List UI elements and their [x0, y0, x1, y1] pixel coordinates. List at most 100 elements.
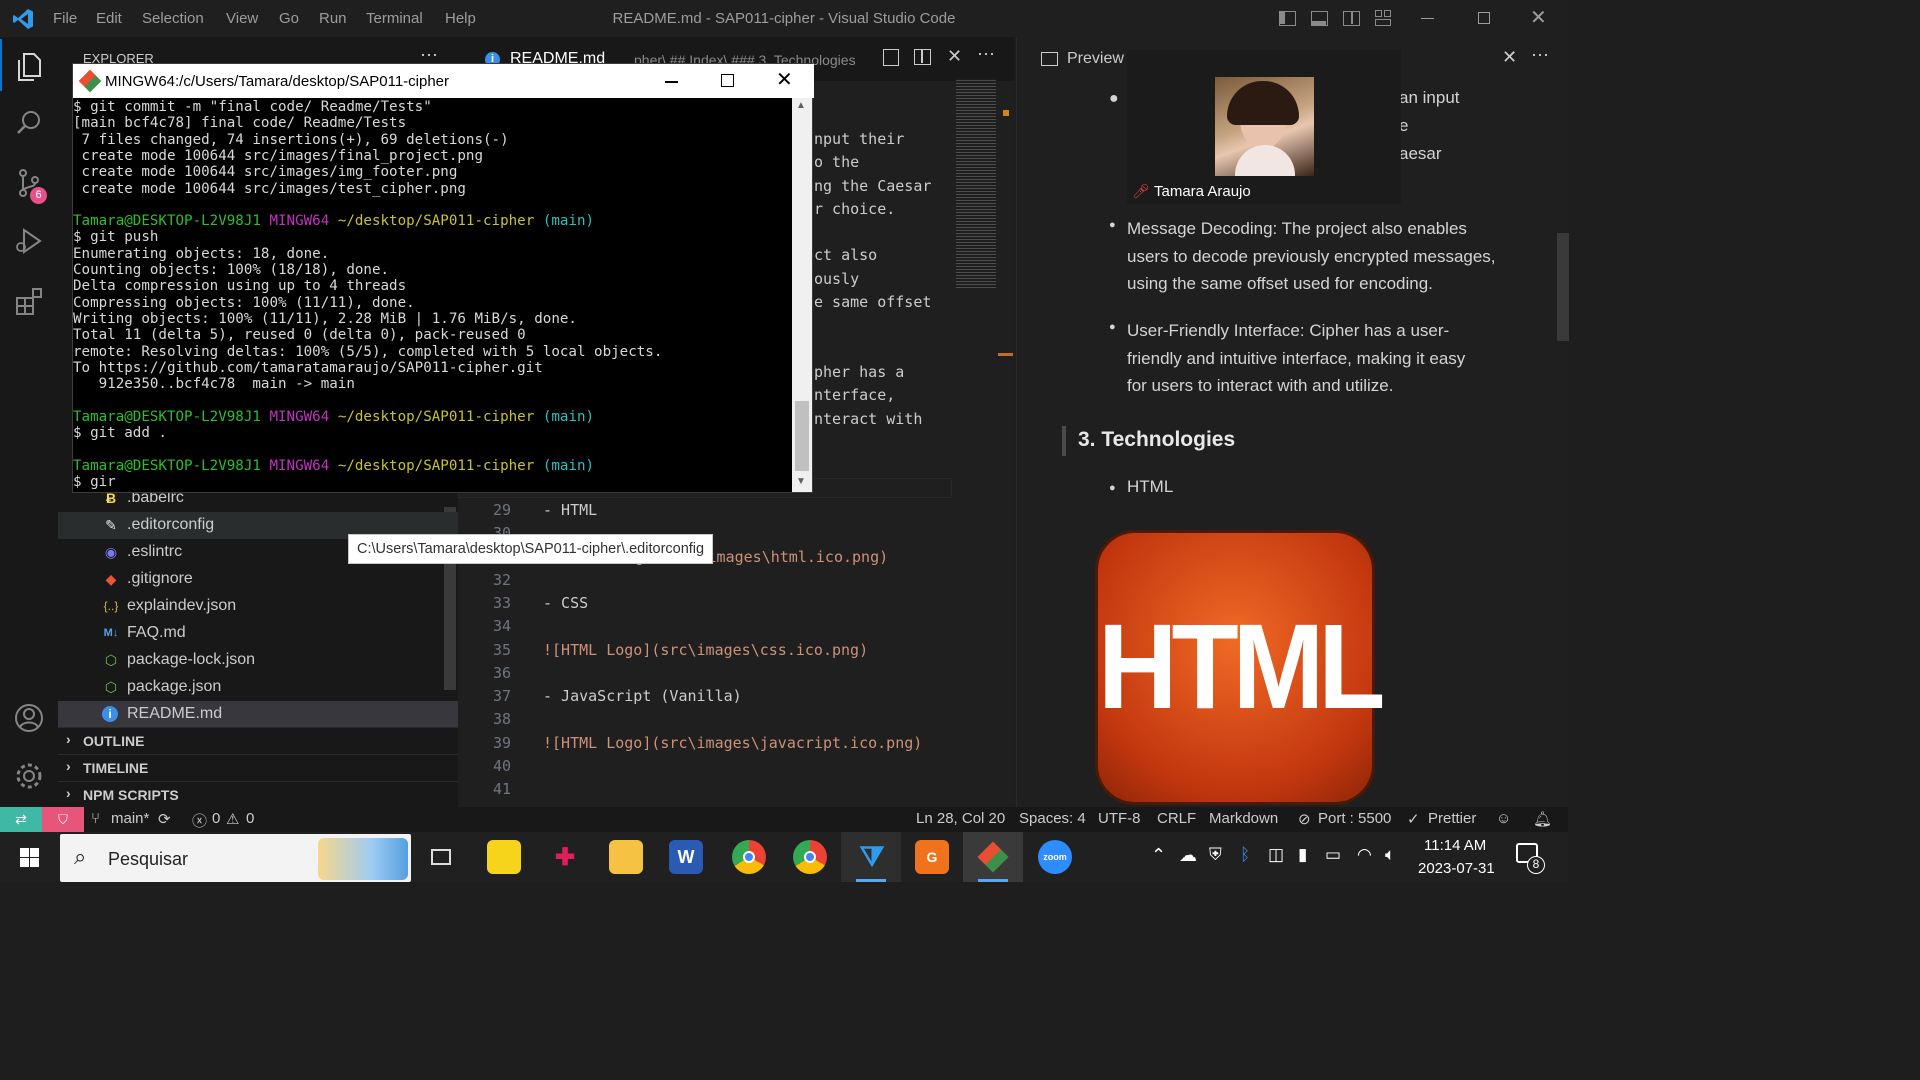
- source-control-icon[interactable]: 6: [0, 155, 58, 211]
- microphone-icon[interactable]: ▮: [1298, 845, 1307, 865]
- feedback-icon[interactable]: ☺: [1496, 810, 1511, 827]
- file-item[interactable]: {..} explaindev.json: [58, 593, 458, 620]
- file-item[interactable]: ⬡ package-lock.json: [58, 647, 458, 674]
- bluetooth-icon[interactable]: ᛒ: [1240, 845, 1250, 865]
- editorconfig-icon: ✎: [105, 517, 117, 533]
- code-line[interactable]: 37- JavaScript (Vanilla): [458, 687, 958, 710]
- file-item[interactable]: ⬡ package.json: [58, 674, 458, 701]
- encoding[interactable]: UTF-8: [1098, 810, 1141, 827]
- video-call-tile[interactable]: 🎤︎ Tamara Araujo: [1127, 50, 1401, 204]
- error-count[interactable]: 0: [212, 810, 220, 827]
- close-window-icon[interactable]: ✕: [1530, 5, 1547, 30]
- terminal-line: Compressing objects: 100% (11/11), done.: [73, 294, 415, 311]
- eslint-icon: ◉: [104, 544, 118, 560]
- npm-scripts-section[interactable]: › NPM SCRIPTS: [58, 781, 458, 808]
- git-branch[interactable]: main*: [111, 810, 149, 827]
- code-line[interactable]: 32: [458, 571, 958, 594]
- chrome-icon[interactable]: [732, 840, 766, 874]
- onedrive-icon[interactable]: ☁: [1179, 845, 1197, 866]
- zoom-icon[interactable]: zoom: [1038, 840, 1072, 874]
- line-ending[interactable]: CRLF: [1157, 810, 1196, 827]
- account-icon[interactable]: [0, 690, 58, 746]
- file-item[interactable]: ◆ .gitignore: [58, 566, 458, 593]
- close-editor-icon[interactable]: ✕: [947, 46, 962, 67]
- language-mode[interactable]: Markdown: [1209, 810, 1278, 827]
- live-server-port[interactable]: Port : 5500: [1318, 810, 1391, 827]
- node-icon: ⬡: [104, 679, 118, 695]
- windows-taskbar: ⌕ Pesquisar ✚ W ⧩ G zoom ⌃ ☁ ⛨ ᛒ ◫ ▮ ▭ ◠…: [0, 832, 1568, 882]
- security-shield-icon[interactable]: ⛨: [1209, 845, 1222, 865]
- taskbar-search[interactable]: ⌕ Pesquisar: [60, 834, 411, 882]
- slack-icon[interactable]: ✚: [548, 840, 582, 874]
- warning-icon: ⚠: [226, 811, 240, 828]
- code-line[interactable]: 29- HTML: [458, 501, 958, 524]
- code-line[interactable]: 35 ![HTML Logo](src\images\css.ico.png): [458, 641, 958, 664]
- open-preview-icon[interactable]: [883, 49, 899, 66]
- git-bash-window[interactable]: MINGW64:/c/Users/Tamara/desktop/SAP011-c…: [72, 63, 814, 493]
- settings-gear-icon[interactable]: [0, 748, 58, 804]
- terminal-close-icon[interactable]: ✕: [776, 67, 793, 92]
- close-preview-icon[interactable]: ✕: [1502, 47, 1517, 68]
- file-item-active[interactable]: i README.md: [58, 701, 458, 728]
- terminal-line: 912e350..bcf4c78 main -> main: [73, 376, 355, 393]
- toggle-sidebar-icon[interactable]: [1279, 11, 1296, 26]
- cursor-position[interactable]: Ln 28, Col 20: [916, 810, 1005, 827]
- warning-count[interactable]: 0: [246, 810, 254, 827]
- bullet: ●: [1109, 219, 1116, 231]
- windows-start-icon[interactable]: [20, 848, 40, 868]
- notifications-bell-icon[interactable]: 🔔︎: [1533, 810, 1552, 828]
- volume-muted-icon[interactable]: 🔈︎: [1385, 845, 1395, 865]
- timeline-section[interactable]: › TIMELINE: [58, 754, 458, 781]
- restore-icon[interactable]: [1478, 12, 1490, 24]
- clock-time[interactable]: 11:14 AM: [1424, 837, 1486, 854]
- word-icon[interactable]: W: [669, 840, 703, 874]
- camera-icon[interactable]: ◫: [1268, 845, 1284, 865]
- error-icon: ⓧ: [192, 813, 208, 830]
- sync-icon[interactable]: ⟳: [158, 810, 171, 828]
- tab-preview[interactable]: Preview: [1067, 50, 1124, 68]
- minimap[interactable]: [956, 78, 996, 288]
- run-debug-icon[interactable]: [0, 213, 58, 269]
- extensions-icon[interactable]: [0, 273, 58, 329]
- split-editor-icon[interactable]: [914, 49, 931, 65]
- editor-more-icon[interactable]: ⋯: [977, 44, 995, 65]
- terminal-line: [main bcf4c78] final code/ Readme/Tests: [73, 115, 407, 132]
- vscode-icon[interactable]: ⧩: [855, 840, 889, 874]
- code-line[interactable]: 33- CSS: [458, 594, 958, 617]
- customize-layout-icon[interactable]: [1375, 10, 1393, 27]
- terminal-minimize-icon[interactable]: [665, 81, 678, 83]
- remote-indicator[interactable]: ⇄: [0, 807, 42, 832]
- clock-date[interactable]: 2023-07-31: [1418, 860, 1495, 877]
- terminal-scrollbar[interactable]: ▲ ▼: [792, 98, 812, 492]
- sticky-notes-icon[interactable]: [487, 840, 521, 874]
- wifi-icon[interactable]: ◠: [1357, 845, 1372, 865]
- security-indicator[interactable]: ⛉: [42, 807, 84, 832]
- preview-more-icon[interactable]: ⋯: [1531, 45, 1549, 66]
- code-line[interactable]: 39 ![HTML Logo](src\images\javacript.ico.…: [458, 734, 958, 757]
- battery-icon[interactable]: ▭: [1325, 845, 1341, 865]
- search-icon[interactable]: [0, 95, 58, 151]
- toggle-panel-icon[interactable]: [1311, 11, 1328, 26]
- toggle-secondary-sidebar-icon[interactable]: [1343, 11, 1360, 26]
- code-line[interactable]: 36: [458, 664, 958, 687]
- pdf-icon[interactable]: G: [915, 840, 949, 874]
- task-view-icon[interactable]: [424, 840, 458, 874]
- chevron-right-icon: ›: [66, 785, 71, 801]
- chrome-profile-icon[interactable]: [793, 840, 827, 874]
- prettier[interactable]: Prettier: [1428, 810, 1476, 827]
- file-item[interactable]: M↓ FAQ.md: [58, 620, 458, 647]
- outline-section[interactable]: › OUTLINE: [58, 727, 458, 754]
- tray-chevron-icon[interactable]: ⌃: [1151, 845, 1166, 866]
- indentation[interactable]: Spaces: 4: [1019, 810, 1086, 827]
- minimize-icon[interactable]: [1421, 18, 1434, 19]
- code-line[interactable]: 41: [458, 780, 958, 803]
- terminal-maximize-icon[interactable]: [721, 74, 734, 87]
- files-icon[interactable]: [0, 39, 58, 95]
- file-explorer-icon[interactable]: [609, 840, 643, 874]
- code-line[interactable]: 40: [458, 757, 958, 780]
- code-line[interactable]: 34: [458, 617, 958, 640]
- git-icon[interactable]: [976, 840, 1010, 874]
- preview-scrollbar[interactable]: [1557, 233, 1569, 341]
- code-line[interactable]: 38: [458, 710, 958, 733]
- preview-icon: [1041, 52, 1058, 66]
